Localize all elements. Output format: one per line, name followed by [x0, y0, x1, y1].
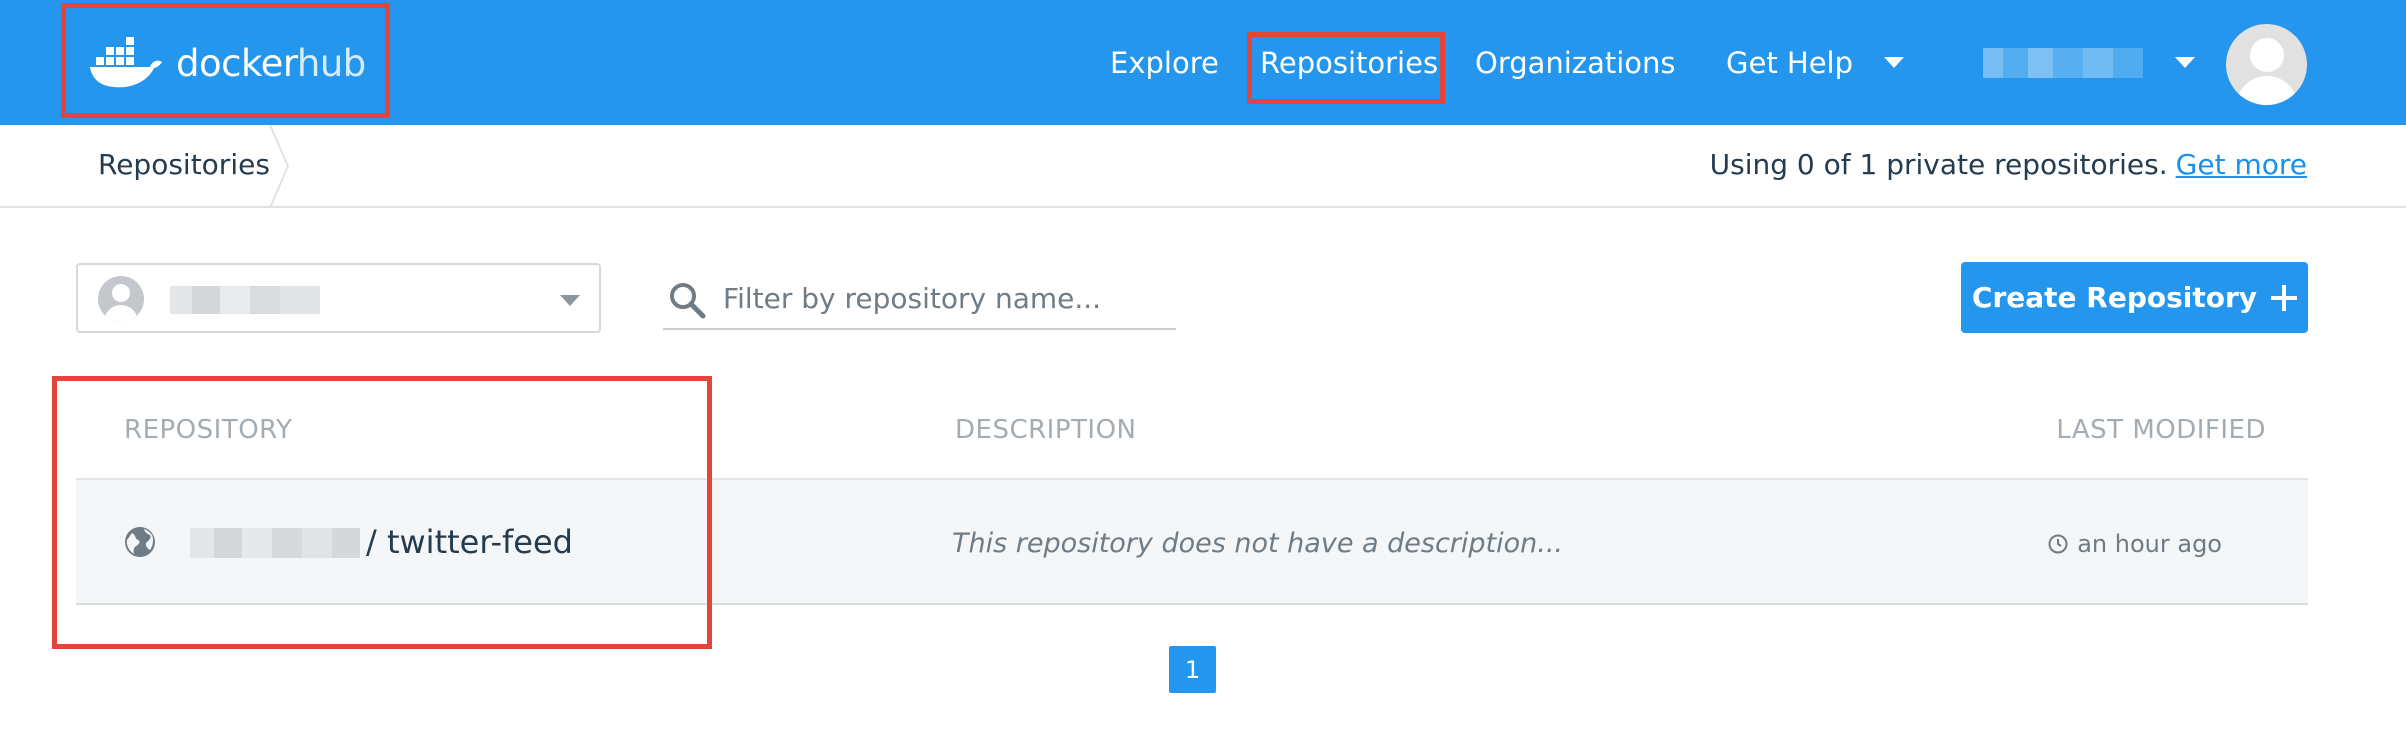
nav-explore[interactable]: Explore — [1110, 40, 1219, 86]
logo-word-hub: hub — [296, 41, 366, 85]
namespace-avatar-body — [104, 305, 138, 322]
docker-hub-logo[interactable]: dockerhub — [88, 28, 366, 98]
column-header-description: DESCRIPTION — [955, 415, 1137, 445]
clock-icon — [2048, 534, 2068, 554]
logo-word-docker: docker — [176, 41, 297, 85]
get-help-chevron-down-icon[interactable] — [1884, 57, 1904, 68]
last-modified-text: an hour ago — [2077, 530, 2222, 558]
docker-whale-icon — [90, 37, 162, 88]
namespace-avatar-head — [112, 284, 130, 302]
get-more-link[interactable]: Get more — [2176, 148, 2307, 181]
plus-icon — [2271, 284, 2298, 311]
user-menu-chevron-down-icon[interactable] — [2175, 57, 2195, 68]
nav-organizations[interactable]: Organizations — [1475, 40, 1676, 86]
column-header-last-modified[interactable]: LAST MODIFIED — [2056, 410, 2266, 450]
public-globe-icon — [125, 527, 155, 557]
search-icon — [670, 283, 706, 319]
namespace-chevron-down-icon — [560, 295, 580, 306]
repo-last-modified: an hour ago — [2047, 524, 2222, 564]
table-row[interactable]: / twitter-feed This repository does not … — [76, 478, 2308, 605]
secondary-bar: Repositories Using 0 of 1 private reposi… — [0, 125, 2406, 208]
namespace-name-redacted — [170, 286, 320, 314]
usage-text: Using 0 of 1 private repositories. — [1709, 148, 2168, 181]
private-repo-usage: Using 0 of 1 private repositories. Get mo… — [1710, 145, 2307, 185]
nav-get-help[interactable]: Get Help — [1726, 40, 1853, 86]
pagination-page-button[interactable]: 1 — [1169, 646, 1216, 693]
repo-namespace-redacted — [190, 528, 360, 558]
repo-name[interactable]: / twitter-feed — [366, 520, 573, 564]
create-repository-button[interactable]: Create Repository — [1961, 262, 2308, 333]
create-repository-label: Create Repository — [1971, 281, 2258, 314]
logo-text: dockerhub — [176, 42, 366, 85]
repo-description: This repository does not have a descript… — [952, 528, 1564, 559]
repository-search — [663, 270, 1176, 330]
search-input[interactable] — [723, 278, 1163, 318]
user-avatar[interactable] — [2226, 24, 2307, 105]
nav-repositories[interactable]: Repositories — [1260, 40, 1438, 86]
avatar-body-shape — [2236, 76, 2298, 105]
top-navbar: dockerhub Explore Repositories Organizat… — [0, 0, 2406, 125]
avatar-head-shape — [2250, 38, 2284, 72]
namespace-avatar — [98, 276, 144, 322]
namespace-select[interactable] — [76, 263, 601, 333]
breadcrumb[interactable]: Repositories — [98, 145, 270, 185]
username-redacted[interactable] — [1983, 48, 2143, 78]
breadcrumb-separator-icon — [269, 125, 290, 208]
column-header-repository[interactable]: REPOSITORY — [124, 410, 292, 450]
